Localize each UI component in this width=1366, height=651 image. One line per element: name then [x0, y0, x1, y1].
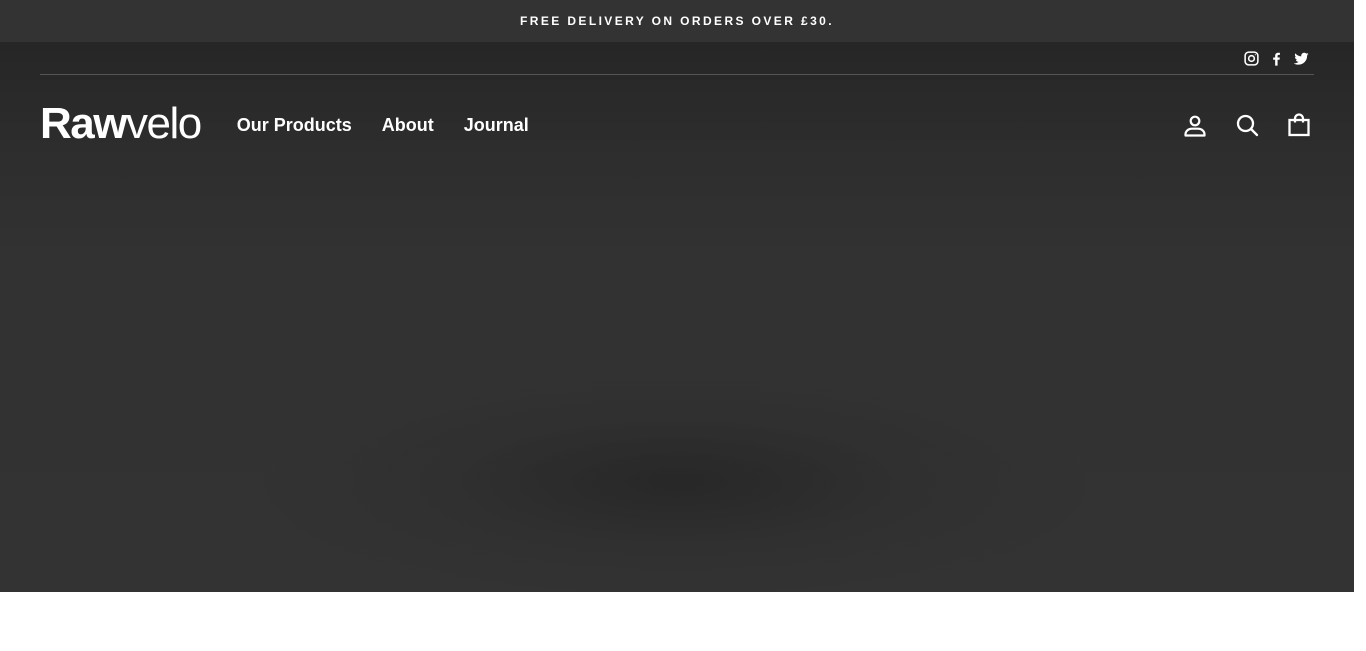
header-actions	[1182, 112, 1312, 138]
cart-icon[interactable]	[1286, 112, 1312, 138]
social-links	[1243, 50, 1310, 67]
page-content	[0, 592, 1366, 651]
site-header: Rawvelo Our Products About Journal	[40, 75, 1314, 175]
twitter-icon[interactable]	[1293, 50, 1310, 67]
search-icon[interactable]	[1234, 112, 1260, 138]
social-bar	[40, 42, 1314, 75]
logo-text-bold: Raw	[40, 99, 127, 148]
instagram-icon[interactable]	[1243, 50, 1260, 67]
logo-text-light: velo	[125, 99, 202, 148]
nav-our-products[interactable]: Our Products	[237, 115, 352, 136]
announcement-bar: FREE DELIVERY ON ORDERS OVER £30.	[0, 0, 1354, 42]
site-logo[interactable]: Rawvelo	[40, 99, 202, 148]
nav-about[interactable]: About	[382, 115, 434, 136]
main-nav: Our Products About Journal	[237, 115, 529, 136]
nav-journal[interactable]: Journal	[464, 115, 529, 136]
account-icon[interactable]	[1182, 112, 1208, 138]
announcement-text: FREE DELIVERY ON ORDERS OVER £30.	[520, 14, 834, 28]
facebook-icon[interactable]	[1268, 50, 1285, 67]
